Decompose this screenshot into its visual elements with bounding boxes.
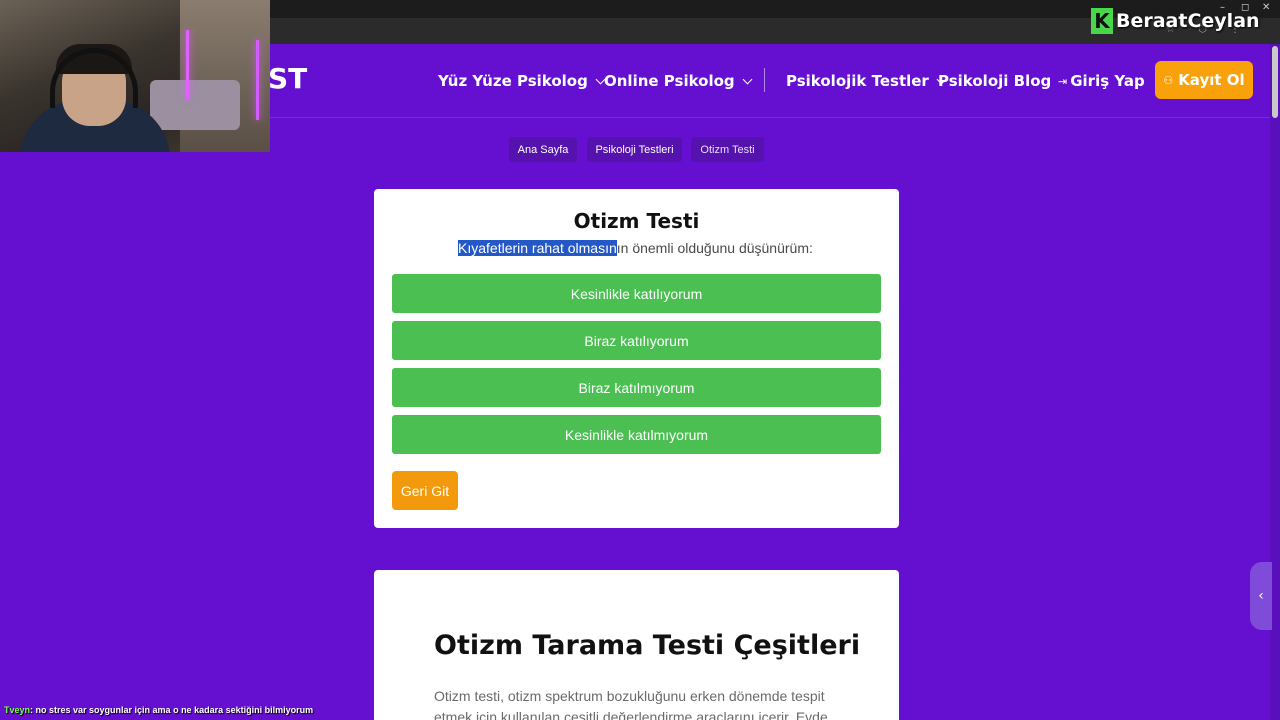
kick-logo-icon: K [1091, 8, 1113, 34]
breadcrumb-tests[interactable]: Psikoloji Testleri [587, 137, 682, 162]
answer-button-somewhat-agree[interactable]: Biraz katılıyorum [392, 321, 881, 360]
nav-label: Psikoloji Blog [938, 72, 1052, 90]
nav-psikoloji-blog[interactable]: Psikoloji Blog [938, 70, 1051, 92]
nav-login[interactable]: ⇥ Giriş Yap [1058, 70, 1145, 92]
chevron-down-icon [742, 74, 753, 84]
article-title: Otizm Tarama Testi Çeşitleri [434, 630, 861, 661]
streamer-name: BeraatCeylan [1116, 10, 1260, 32]
webcam-neon-light [256, 40, 259, 120]
webcam-overlay [0, 0, 270, 152]
chat-text: : no stres var soygunlar için ama o ne k… [30, 705, 314, 715]
back-button[interactable]: Geri Git [392, 471, 458, 510]
chat-message: Tveyn: no stres var soygunlar için ama o… [4, 705, 313, 715]
register-label: Kayıt Ol [1178, 71, 1245, 89]
nav-label: Giriş Yap [1070, 72, 1145, 90]
nav-online-psikolog[interactable]: Online Psikolog [604, 70, 753, 92]
article-card: Otizm Tarama Testi Çeşitleri Otizm testi… [374, 570, 899, 720]
question-rest: ın önemli olduğunu düşünürüm: [616, 240, 813, 256]
site-logo[interactable]: ST [268, 62, 307, 95]
nav-psikolojik-testler[interactable]: Psikolojik Testler [786, 70, 947, 92]
webcam-neon-light [186, 30, 189, 100]
chevron-left-icon: ‹ [1258, 588, 1264, 604]
answer-button-somewhat-disagree[interactable]: Biraz katılmıyorum [392, 368, 881, 407]
close-window-button[interactable]: ✕ [1262, 2, 1270, 13]
quiz-card: Otizm Testi Kıyafetlerin rahat olmasının… [374, 189, 899, 528]
quiz-title: Otizm Testi [573, 209, 700, 233]
quiz-question: Kıyafetlerin rahat olmasının önemli oldu… [458, 240, 813, 256]
header-divider [270, 117, 1270, 118]
side-panel-toggle[interactable]: ‹ [1250, 562, 1272, 630]
answer-button-strongly-disagree[interactable]: Kesinlikle katılmıyorum [392, 415, 881, 454]
nav-yuz-yuze-psikolog[interactable]: Yüz Yüze Psikolog [438, 70, 606, 92]
article-text: Otizm testi, otizm spektrum bozukluğunu … [434, 688, 828, 720]
webcam-bed [150, 80, 240, 130]
nav-divider [764, 68, 765, 92]
chat-username: Tveyn [4, 705, 31, 715]
scrollbar-thumb[interactable] [1272, 46, 1278, 118]
nav-label: Online Psikolog [604, 72, 735, 90]
streamer-watermark: K BeraatCeylan [1091, 8, 1260, 34]
nav-label: Psikolojik Testler [786, 72, 929, 90]
login-icon: ⇥ [1058, 74, 1068, 88]
register-button[interactable]: ⚇ Kayıt Ol [1155, 61, 1253, 99]
selected-text: Kıyafetlerin rahat olmasın [458, 240, 617, 256]
breadcrumb-current: Otizm Testi [691, 137, 764, 162]
answer-button-strongly-agree[interactable]: Kesinlikle katılıyorum [392, 274, 881, 313]
nav-label: Yüz Yüze Psikolog [438, 72, 588, 90]
breadcrumb-home[interactable]: Ana Sayfa [509, 137, 577, 162]
user-plus-icon: ⚇ [1163, 73, 1174, 87]
